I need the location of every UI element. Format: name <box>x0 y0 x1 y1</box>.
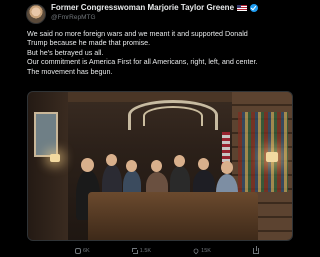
author-handle[interactable]: @FmrRepMTG <box>51 14 96 21</box>
photo-person-head <box>221 161 233 174</box>
avatar[interactable] <box>26 4 46 24</box>
photo-lamp-left <box>50 154 60 162</box>
share-icon <box>253 246 259 254</box>
tweet-photo[interactable] <box>27 91 293 241</box>
retweet-count: 1.5K <box>139 248 152 254</box>
tweet-text: We said no more foreign wars and we mean… <box>27 29 295 76</box>
photo-person-head <box>81 158 94 172</box>
photo-books <box>238 112 288 192</box>
like-count: 15K <box>201 248 211 254</box>
photo-antler-chandelier-inner <box>143 106 203 126</box>
verified-badge-icon <box>250 3 259 12</box>
photo-person-head <box>106 154 117 166</box>
photo-person-head <box>126 160 137 172</box>
tweet-actions: 6K 1.5K 15K <box>27 245 293 257</box>
reply-count: 6K <box>83 248 90 254</box>
photo-person-head <box>151 160 162 172</box>
us-flag-icon <box>237 4 248 11</box>
author-name-line[interactable]: Former Congresswoman Marjorie Taylor Gre… <box>51 3 259 12</box>
photo-dining-table <box>88 192 258 240</box>
tweet-line: Trump because he made that promise. <box>27 38 151 48</box>
photo-person-head <box>174 155 185 167</box>
author-display-name[interactable]: Former Congresswoman Marjorie Taylor Gre… <box>51 3 234 12</box>
photo-window <box>34 112 58 157</box>
tweet-line: Our commitment is America First for all … <box>27 57 258 67</box>
photo-person-head <box>198 158 209 170</box>
reply-icon <box>75 248 81 254</box>
reply-button[interactable]: 6K <box>75 248 90 254</box>
tweet-line: But he's betrayed us all. <box>27 47 104 57</box>
like-button[interactable]: 15K <box>192 247 211 255</box>
photo-lamp-right <box>266 152 278 162</box>
retweet-button[interactable]: 1.5K <box>131 248 152 254</box>
share-button[interactable] <box>253 246 259 254</box>
tweet-card[interactable]: Former Congresswoman Marjorie Taylor Gre… <box>0 0 300 257</box>
retweet-icon <box>131 248 138 254</box>
tweet-header: Former Congresswoman Marjorie Taylor Gre… <box>20 2 290 26</box>
tweet-line: The movement has begun. <box>27 66 113 76</box>
heart-icon <box>192 247 200 255</box>
tweet-line: We said no more foreign wars and we mean… <box>27 29 248 38</box>
